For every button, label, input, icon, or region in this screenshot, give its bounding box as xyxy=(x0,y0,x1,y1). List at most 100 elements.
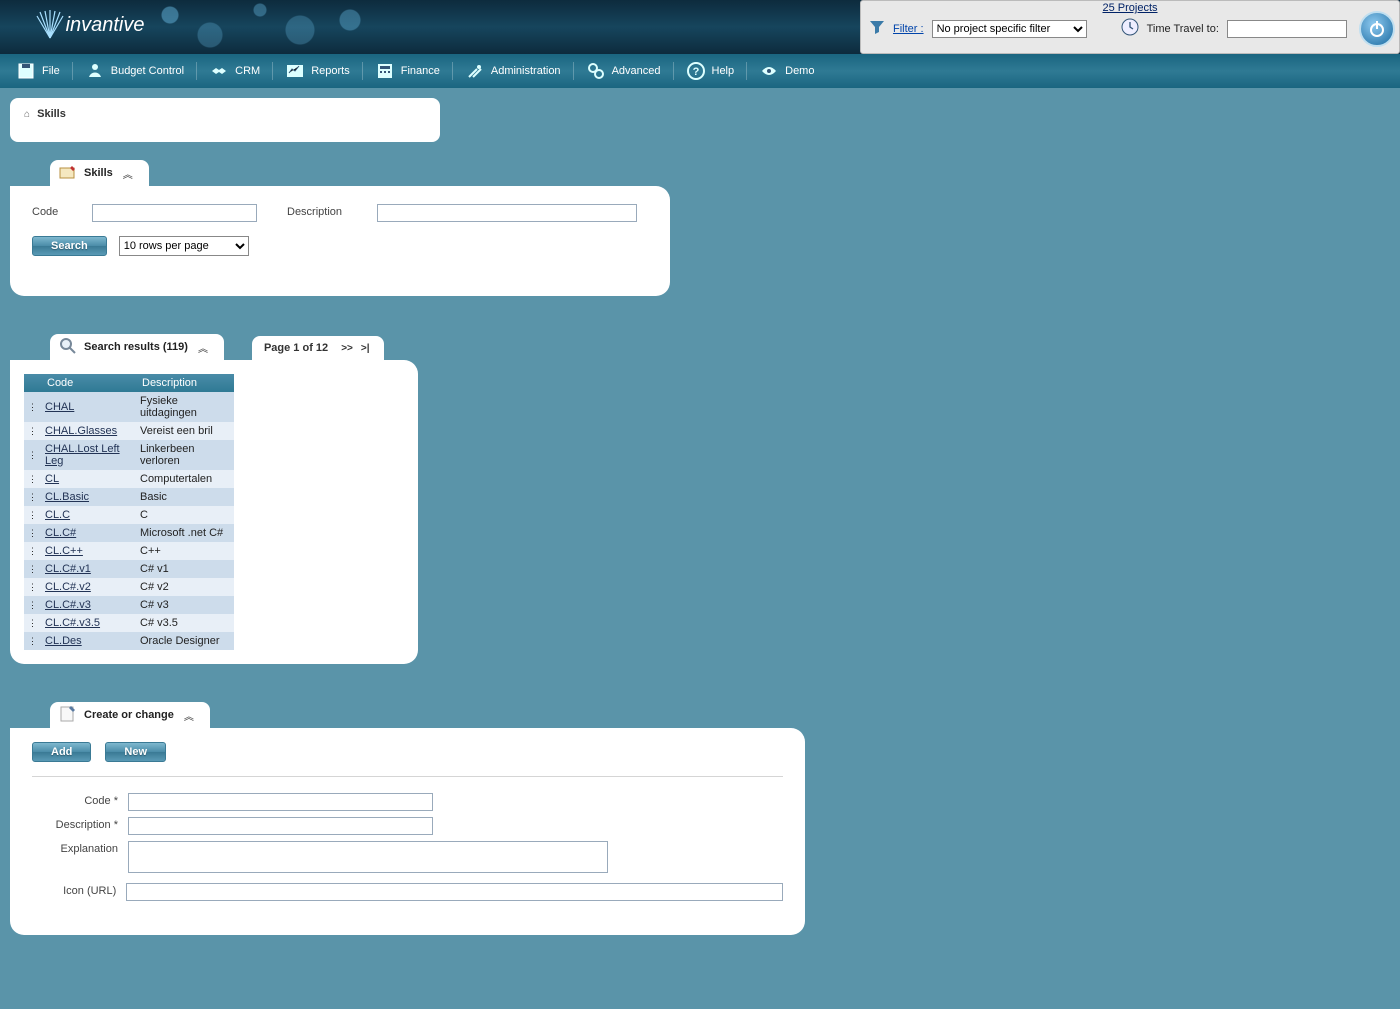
pager-next[interactable]: >> xyxy=(339,343,355,354)
create-change-panel: Create or change ︽ Add New Code * Descri… xyxy=(10,702,1400,935)
cc-icon-input[interactable] xyxy=(126,883,783,901)
code-link[interactable]: CL.C#.v2 xyxy=(45,581,91,593)
menu-advanced[interactable]: Advanced xyxy=(580,61,667,81)
search-panel-title: Skills xyxy=(84,167,113,179)
desc-cell: C# v1 xyxy=(136,560,234,578)
row-handle[interactable]: ⋮ xyxy=(24,440,41,470)
header-decoration xyxy=(150,0,400,54)
filter-label-link[interactable]: Filter : xyxy=(893,23,924,35)
col-description: Description xyxy=(136,374,234,392)
collapse-toggle[interactable]: ︽ xyxy=(194,340,210,355)
code-link[interactable]: CHAL.Glasses xyxy=(45,425,117,437)
menu-finance[interactable]: Finance xyxy=(369,61,446,81)
divider xyxy=(32,776,783,777)
code-link[interactable]: CL.C#.v1 xyxy=(45,563,91,575)
row-handle[interactable]: ⋮ xyxy=(24,560,41,578)
clock-icon xyxy=(1121,18,1139,39)
add-button[interactable]: Add xyxy=(32,742,91,762)
cc-code-label: Code * xyxy=(32,793,128,807)
desc-cell: Computertalen xyxy=(136,470,234,488)
menu-demo[interactable]: Demo xyxy=(753,61,820,81)
code-link[interactable]: CL.C xyxy=(45,509,70,521)
menu-administration[interactable]: Administration xyxy=(459,61,567,81)
description-input[interactable] xyxy=(377,204,637,222)
code-link[interactable]: CL.Basic xyxy=(45,491,89,503)
menu-help[interactable]: ?Help xyxy=(680,61,741,81)
table-row: ⋮ CHAL Fysieke uitdagingen xyxy=(24,392,234,422)
table-row: ⋮ CL.C#.v3 C# v3 xyxy=(24,596,234,614)
desc-cell: Fysieke uitdagingen xyxy=(136,392,234,422)
collapse-toggle[interactable]: ︽ xyxy=(119,166,135,181)
row-handle[interactable]: ⋮ xyxy=(24,470,41,488)
row-handle[interactable]: ⋮ xyxy=(24,488,41,506)
menu-reports[interactable]: Reports xyxy=(279,61,356,81)
cc-desc-input[interactable] xyxy=(128,817,433,835)
row-handle[interactable]: ⋮ xyxy=(24,614,41,632)
row-handle[interactable]: ⋮ xyxy=(24,524,41,542)
code-link[interactable]: CHAL.Lost Left Leg xyxy=(45,443,120,467)
menu-crm[interactable]: CRM xyxy=(203,61,266,81)
desc-cell: C xyxy=(136,506,234,524)
code-link[interactable]: CL.C#.v3.5 xyxy=(45,617,100,629)
edit-icon xyxy=(58,704,78,727)
desc-cell: Oracle Designer xyxy=(136,632,234,650)
results-panel-tab: Search results (119) ︽ xyxy=(50,334,224,360)
menu-file[interactable]: File xyxy=(10,61,66,81)
row-handle[interactable]: ⋮ xyxy=(24,506,41,524)
code-link[interactable]: CL.Des xyxy=(45,635,82,647)
diploma-icon xyxy=(58,162,78,185)
desc-cell: Vereist een bril xyxy=(136,422,234,440)
pager-label: Page 1 of 12 xyxy=(264,342,328,354)
cc-icon-label: Icon (URL) xyxy=(32,883,126,897)
col-code: Code xyxy=(41,374,136,392)
search-panel: Skills ︽ Code Description Search 10 rows… xyxy=(10,160,1400,296)
table-row: ⋮ CL Computertalen xyxy=(24,470,234,488)
collapse-toggle[interactable]: ︽ xyxy=(180,708,196,723)
project-filter-select[interactable]: No project specific filter xyxy=(932,20,1087,38)
cc-code-input[interactable] xyxy=(128,793,433,811)
code-input[interactable] xyxy=(92,204,257,222)
code-link[interactable]: CL.C#.v3 xyxy=(45,599,91,611)
pager: Page 1 of 12 >> >| xyxy=(252,336,384,360)
search-button[interactable]: Search xyxy=(32,236,107,256)
code-link[interactable]: CHAL xyxy=(45,401,74,413)
projects-link[interactable]: 25 Projects xyxy=(1102,2,1157,14)
results-panel-title: Search results (119) xyxy=(84,341,188,353)
row-handle[interactable]: ⋮ xyxy=(24,578,41,596)
table-row: ⋮CHAL.Lost Left LegLinkerbeen verloren xyxy=(24,440,234,470)
menu-budget-control[interactable]: Budget Control xyxy=(79,61,190,81)
code-link[interactable]: CL xyxy=(45,473,59,485)
code-link[interactable]: CL.C# xyxy=(45,527,76,539)
table-row: ⋮ CL.C C xyxy=(24,506,234,524)
row-handle[interactable]: ⋮ xyxy=(24,596,41,614)
row-handle[interactable]: ⋮ xyxy=(24,542,41,560)
table-row: ⋮ CL.C#.v1 C# v1 xyxy=(24,560,234,578)
row-handle[interactable]: ⋮ xyxy=(24,392,41,422)
new-button[interactable]: New xyxy=(105,742,166,762)
table-row: ⋮CL.C#Microsoft .net C# xyxy=(24,524,234,542)
header-controls: 25 Projects Filter : No project specific… xyxy=(860,0,1400,54)
desc-cell: C++ xyxy=(136,542,234,560)
row-handle[interactable]: ⋮ xyxy=(24,422,41,440)
desc-cell: Basic xyxy=(136,488,234,506)
power-button[interactable] xyxy=(1359,11,1395,47)
cc-desc-label: Description * xyxy=(32,817,128,831)
time-travel-label: Time Travel to: xyxy=(1147,23,1219,35)
header-bar: invantive 25 Projects Filter : No projec… xyxy=(0,0,1400,54)
row-handle[interactable]: ⋮ xyxy=(24,632,41,650)
cc-expl-label: Explanation xyxy=(32,841,128,855)
description-label: Description xyxy=(287,204,367,222)
cc-expl-textarea[interactable] xyxy=(128,841,608,873)
home-icon[interactable]: ⌂ xyxy=(24,109,30,120)
create-change-title: Create or change xyxy=(84,709,174,721)
table-row: ⋮CL.C#.v3.5C# v3.5 xyxy=(24,614,234,632)
time-travel-input[interactable] xyxy=(1227,20,1347,38)
code-label: Code xyxy=(32,204,82,222)
rows-per-page-select[interactable]: 10 rows per page xyxy=(119,236,249,256)
table-row: ⋮CL.C#.v2C# v2 xyxy=(24,578,234,596)
search-panel-tab: Skills ︽ xyxy=(50,160,149,186)
pager-last[interactable]: >| xyxy=(359,343,372,354)
table-row: ⋮ CL.Des Oracle Designer xyxy=(24,632,234,650)
code-link[interactable]: CL.C++ xyxy=(45,545,83,557)
desc-cell: C# v3 xyxy=(136,596,234,614)
